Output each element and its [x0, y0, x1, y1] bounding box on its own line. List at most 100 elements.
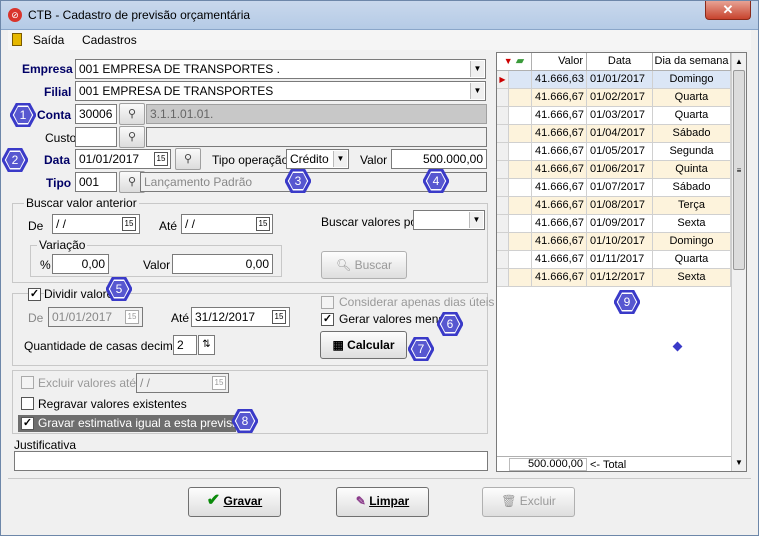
data-calendar-icon[interactable]: 15 [154, 152, 168, 166]
dias-uteis-checkbox [321, 296, 334, 309]
table-row[interactable]: 41.666,67 01/02/2017 Quarta [497, 89, 731, 107]
buscar-valor-input[interactable]: 0,00 [172, 254, 273, 274]
grid-cell-data: 01/07/2017 [587, 179, 653, 197]
row-spacer [509, 179, 532, 197]
gravar-button-label: Gravar [223, 494, 263, 508]
buscar-por-label: Buscar valores por [321, 215, 422, 229]
grid-cell-data: 01/08/2017 [587, 197, 653, 215]
scroll-up-icon[interactable]: ▲ [735, 57, 743, 66]
close-button[interactable]: ✕ [705, 0, 751, 20]
table-row[interactable]: 41.666,67 01/09/2017 Sexta [497, 215, 731, 233]
row-spacer [509, 197, 532, 215]
grid-header-valor[interactable]: Valor [532, 53, 587, 71]
grid-cell-valor: 41.666,67 [532, 215, 587, 233]
casas-stepper-icon[interactable]: ⇅ [198, 335, 215, 355]
grid-cell-dia: Terça [653, 197, 731, 215]
custo-label: Custo [45, 131, 77, 145]
grid-cell-dia: Sábado [653, 125, 731, 143]
grid-header-indicator: ▼ ▰ [497, 53, 532, 71]
grid-cell-valor: 41.666,67 [532, 89, 587, 107]
annotation-badge-6: 6 [437, 312, 463, 336]
grid-cell-data: 01/12/2017 [587, 269, 653, 287]
grid-cell-data: 01/09/2017 [587, 215, 653, 233]
grid-cell-valor: 41.666,67 [532, 179, 587, 197]
justificativa-input[interactable] [14, 451, 488, 471]
casas-input[interactable]: 2 [173, 335, 197, 355]
conta-label: Conta [37, 108, 71, 122]
grid-header-dia[interactable]: Dia da semana [653, 53, 731, 71]
menu-bar: Saída Cadastros [8, 30, 751, 50]
excluir-button-label: Excluir [519, 494, 556, 508]
empresa-label: Empresa [22, 62, 73, 76]
filial-select[interactable]: 001 EMPRESA DE TRANSPORTES [75, 81, 486, 101]
gravar-estimativa-checkbox[interactable]: ✓ [21, 417, 34, 430]
regravar-checkbox[interactable] [21, 397, 34, 410]
grid-cell-dia: Domingo [653, 71, 731, 89]
excluir-calendar-icon: 15 [212, 376, 226, 390]
excluir-label: Excluir valores até [38, 376, 137, 390]
buscar-ate-calendar-icon[interactable]: 15 [256, 217, 270, 231]
buscar-group-label: Buscar valor anterior [24, 196, 139, 210]
buscar-por-dropdown-icon[interactable]: ▼ [469, 212, 483, 228]
annotation-badge-2: 2 [2, 148, 28, 172]
table-row[interactable]: 41.666,67 01/10/2017 Domingo [497, 233, 731, 251]
grid-cell-dia: Segunda [653, 143, 731, 161]
empresa-dropdown-icon[interactable]: ▼ [470, 61, 484, 77]
row-indicator [497, 269, 509, 287]
grid-total-label: <- Total [590, 459, 627, 471]
data-search-icon[interactable]: ⚲ [175, 148, 201, 170]
tipo-operacao-dropdown-icon[interactable]: ▼ [333, 151, 347, 167]
calcular-button[interactable]: ▦ Calcular [320, 331, 407, 359]
tipo-input[interactable]: 001 [75, 172, 117, 192]
custo-input[interactable] [75, 127, 117, 147]
dividir-checkbox[interactable]: ✓ [28, 288, 41, 301]
exit-icon [12, 33, 22, 46]
grid-cell-data: 01/02/2017 [587, 89, 653, 107]
limpar-button-label: Limpar [369, 494, 410, 508]
grid-cell-data: 01/11/2017 [587, 251, 653, 269]
row-indicator [497, 233, 509, 251]
grid-cell-dia: Quarta [653, 107, 731, 125]
filial-dropdown-icon[interactable]: ▼ [470, 83, 484, 99]
custo-search-icon[interactable]: ⚲ [119, 126, 145, 148]
buscar-de-calendar-icon[interactable]: 15 [122, 217, 136, 231]
row-spacer [509, 161, 532, 179]
empresa-select[interactable]: 001 EMPRESA DE TRANSPORTES . [75, 59, 486, 79]
grid-cell-valor: 41.666,67 [532, 161, 587, 179]
table-row[interactable]: 41.666,67 01/04/2017 Sábado [497, 125, 731, 143]
annotation-badge-5: 5 [106, 277, 132, 301]
menu-cadastros[interactable]: Cadastros [82, 33, 137, 47]
annotation-badge-number: 9 [623, 295, 631, 309]
custo-description [146, 127, 487, 147]
limpar-button[interactable]: ✎ Limpar [336, 487, 429, 517]
menu-saida[interactable]: Saída [33, 33, 64, 47]
scroll-down-icon[interactable]: ▼ [735, 458, 743, 467]
table-row[interactable]: ▶ 41.666,63 01/01/2017 Domingo [497, 71, 731, 89]
row-indicator [497, 107, 509, 125]
percent-input[interactable]: 0,00 [52, 254, 109, 274]
gravar-button[interactable]: ✔ Gravar [188, 487, 281, 517]
previsao-grid[interactable]: ▼ ▰ Valor Data Dia da semana ▶ 41.666,63 0… [496, 52, 747, 472]
table-row[interactable]: 41.666,67 01/12/2017 Sexta [497, 269, 731, 287]
excluir-button: 🗑︎ Excluir [482, 487, 575, 517]
row-indicator [497, 215, 509, 233]
title-bar: ⊘ CTB - Cadastro de previsão orçamentári… [0, 0, 759, 30]
table-row[interactable]: 41.666,67 01/07/2017 Sábado [497, 179, 731, 197]
table-row[interactable]: 41.666,67 01/06/2017 Quinta [497, 161, 731, 179]
table-row[interactable]: 41.666,67 01/08/2017 Terça [497, 197, 731, 215]
row-indicator [497, 161, 509, 179]
conta-search-icon[interactable]: ⚲ [119, 103, 145, 125]
table-row[interactable]: 41.666,67 01/05/2017 Segunda [497, 143, 731, 161]
annotation-badge-8: 8 [232, 409, 258, 433]
grid-scrollbar[interactable]: ▲ ≡ ▼ [731, 53, 746, 471]
grid-header-data[interactable]: Data [587, 53, 653, 71]
dividir-ate-calendar-icon[interactable]: 15 [272, 310, 286, 324]
table-row[interactable]: 41.666,67 01/11/2017 Quarta [497, 251, 731, 269]
scroll-thumb[interactable]: ≡ [733, 70, 745, 270]
valor-input[interactable]: 500.000,00 [391, 149, 487, 169]
table-row[interactable]: 41.666,67 01/03/2017 Quarta [497, 107, 731, 125]
conta-input[interactable]: 30006 [75, 104, 117, 124]
grid-cell-dia: Quinta [653, 161, 731, 179]
row-spacer [509, 251, 532, 269]
mensais-checkbox[interactable]: ✓ [321, 313, 334, 326]
